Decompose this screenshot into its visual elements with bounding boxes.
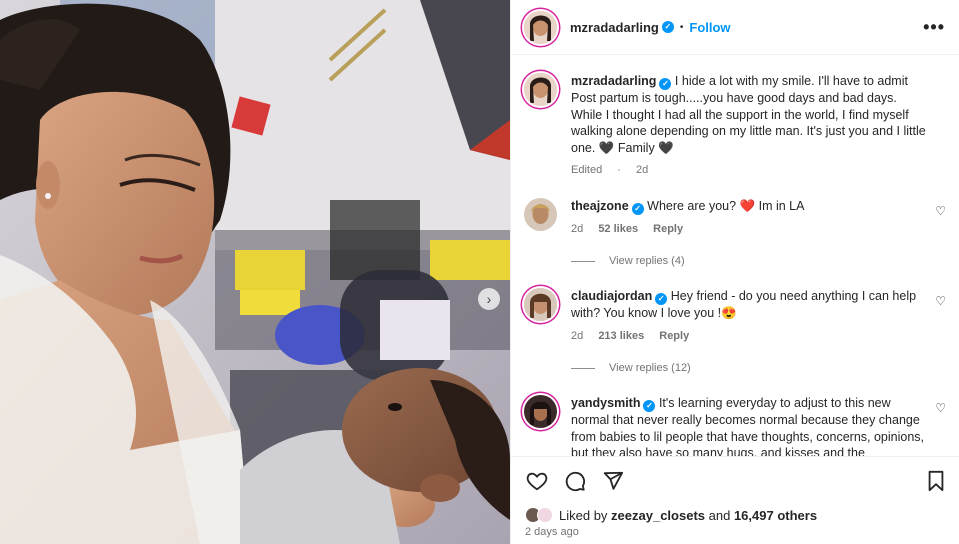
verified-badge-icon: ✓	[631, 203, 644, 215]
comment-row: claudiajordan ✓ Hey friend - do you need …	[524, 288, 946, 344]
post-header: mzradadarling ✓ • Follow •••	[511, 0, 959, 55]
comment-row: yandysmith ✓ It's learning everyday to ad…	[524, 395, 946, 456]
commenter-avatar[interactable]	[524, 198, 557, 231]
comment-username[interactable]: claudiajordan	[571, 289, 652, 303]
heart-icon[interactable]	[525, 469, 549, 493]
comment-icon-glyph	[565, 471, 586, 492]
bookmark-icon-glyph	[928, 470, 944, 492]
separator-dot: •	[679, 21, 684, 33]
reply-button[interactable]: Reply	[653, 223, 683, 235]
comment-meta: 2d 213 likes Reply	[571, 328, 928, 345]
likes-others[interactable]: 16,497 others	[734, 508, 817, 523]
share-icon-glyph	[603, 471, 624, 490]
verified-badge-icon: ✓	[655, 293, 668, 305]
comment-text: Im in LA	[758, 199, 805, 213]
comment-body: claudiajordan ✓ Hey friend - do you need …	[571, 288, 946, 344]
bookmark-icon[interactable]	[924, 469, 948, 493]
red-heart-icon: ❤️	[739, 199, 756, 213]
verified-badge-icon: ✓	[643, 400, 656, 412]
post-side-panel: mzradadarling ✓ • Follow ••• mzradadarli…	[510, 0, 959, 544]
edited-label: Edited · 2d	[571, 164, 649, 176]
heart-eyes-emoji-icon: 😍	[721, 306, 737, 320]
comment-likes[interactable]: 52 likes	[598, 223, 638, 235]
comments-list[interactable]: mzradadarling ✓ I hide a lot with my smil…	[511, 56, 959, 456]
post-photo[interactable]: ›	[0, 0, 510, 544]
likes-text: Liked by zeezay_closets and 16,497 other…	[559, 507, 818, 523]
caption-row: mzradadarling ✓ I hide a lot with my smil…	[524, 73, 946, 179]
chevron-right-icon: ›	[486, 291, 492, 307]
more-options-icon[interactable]: •••	[923, 17, 945, 38]
black-heart-icon: 🖤	[658, 140, 674, 155]
author-username[interactable]: mzradadarling	[570, 20, 659, 35]
post-time[interactable]: 2 days ago	[525, 526, 579, 538]
avatar-image	[524, 10, 557, 44]
post-actions: Liked by zeezay_closets and 16,497 other…	[511, 456, 959, 544]
view-replies-button[interactable]: View replies (12)	[571, 362, 691, 374]
commenter-avatar[interactable]	[524, 288, 557, 321]
comment-body: yandysmith ✓ It's learning everyday to ad…	[571, 395, 946, 456]
instagram-post-window: › mzradadarling ✓ • Follow ••• mzradadar…	[0, 0, 959, 544]
action-icons	[525, 469, 625, 493]
comment-meta: 2d 52 likes Reply	[571, 221, 928, 238]
comment-age: 2d	[571, 223, 584, 235]
caption-avatar[interactable]	[524, 73, 557, 106]
photo-illustration	[0, 0, 510, 544]
avatar-image	[524, 288, 557, 321]
commenter-avatar[interactable]	[524, 395, 557, 428]
divider-line	[571, 260, 595, 262]
like-comment-heart-icon[interactable]: ♡	[935, 204, 946, 218]
caption-text-family: Family	[617, 140, 655, 155]
comment-icon[interactable]	[563, 469, 587, 493]
comment-text: Where are you?	[647, 199, 737, 213]
comment-body: theajzone ✓ Where are you? ❤️ Im in LA 2d…	[571, 198, 946, 238]
likes-summary: Liked by zeezay_closets and 16,497 other…	[525, 507, 817, 523]
view-replies-label: View replies (12)	[609, 362, 691, 374]
comment-row: theajzone ✓ Where are you? ❤️ Im in LA 2d…	[524, 198, 946, 238]
next-photo-button[interactable]: ›	[478, 288, 500, 310]
like-comment-heart-icon[interactable]: ♡	[935, 401, 946, 415]
comment-username[interactable]: yandysmith	[571, 396, 640, 410]
heart-icon-glyph	[526, 472, 548, 491]
view-replies-label: View replies (4)	[609, 255, 685, 267]
like-comment-heart-icon[interactable]: ♡	[935, 294, 946, 308]
black-heart-icon: 🖤	[598, 140, 615, 155]
caption-meta: Edited · 2d	[571, 162, 928, 179]
view-replies-button[interactable]: View replies (4)	[571, 255, 685, 267]
caption-body: mzradadarling ✓ I hide a lot with my smil…	[571, 73, 946, 179]
avatar-image	[524, 198, 557, 231]
follow-button[interactable]: Follow	[689, 20, 730, 35]
share-icon[interactable]	[601, 469, 625, 493]
comment-username[interactable]: theajzone	[571, 199, 629, 213]
divider-line	[571, 367, 595, 369]
verified-badge-icon: ✓	[659, 78, 672, 90]
liker-avatar[interactable]	[537, 507, 553, 523]
author-avatar[interactable]	[524, 10, 557, 44]
liker-username[interactable]: zeezay_closets	[611, 508, 705, 523]
avatar-image	[524, 73, 557, 106]
comment-likes[interactable]: 213 likes	[598, 330, 644, 342]
caption-username[interactable]: mzradadarling	[571, 74, 656, 88]
verified-badge-icon: ✓	[661, 21, 674, 33]
comment-age: 2d	[571, 329, 584, 342]
reply-button[interactable]: Reply	[659, 330, 689, 342]
avatar-image	[524, 395, 557, 428]
